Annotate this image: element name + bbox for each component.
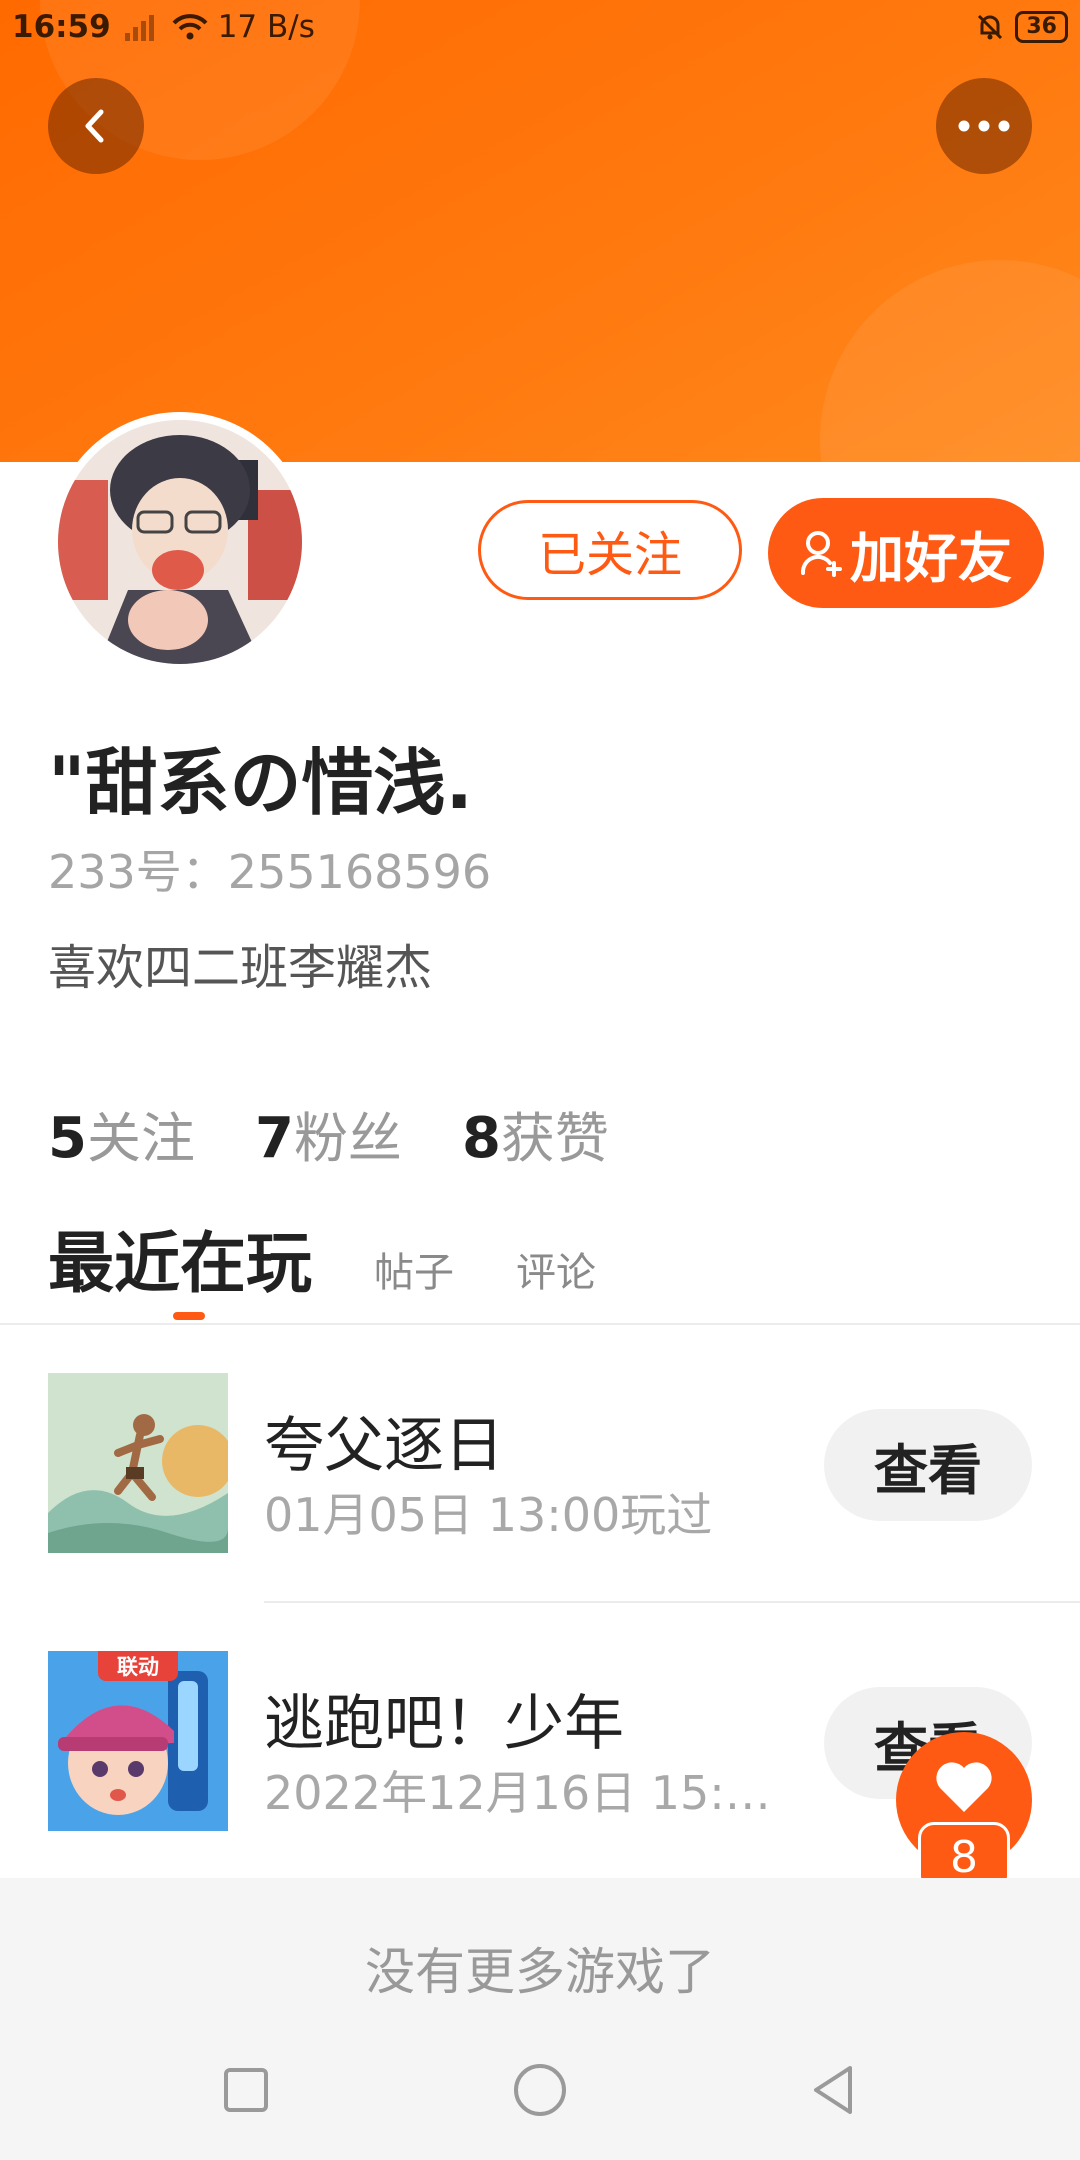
game-last-played: 2022年12月16日 15:1... bbox=[264, 1766, 784, 1820]
recent-apps-icon[interactable] bbox=[214, 2058, 278, 2122]
tab-posts[interactable]: 帖子 bbox=[374, 1240, 454, 1298]
stat-label: 获赞 bbox=[500, 1107, 609, 1170]
signal-icon bbox=[124, 13, 154, 41]
network-speed: 17 B/s bbox=[217, 9, 315, 45]
home-icon[interactable] bbox=[508, 2058, 572, 2122]
list-item[interactable]: 夸父逐日 01月05日 13:00玩过 查看 bbox=[0, 1373, 1080, 1553]
tab-recently-played[interactable]: 最近在玩 bbox=[48, 1210, 312, 1306]
game-thumbnail: 联动 bbox=[48, 1651, 228, 1831]
stat-following[interactable]: 5关注 bbox=[48, 1094, 195, 1173]
game-title: 夸父逐日 bbox=[264, 1411, 504, 1481]
game-badge: 联动 bbox=[98, 1651, 178, 1681]
view-button[interactable]: 查看 bbox=[824, 1409, 1032, 1521]
stat-likes[interactable]: 8获赞 bbox=[462, 1094, 609, 1173]
heart-icon bbox=[936, 1762, 992, 1812]
bio: 喜欢四二班李耀杰 bbox=[48, 940, 433, 996]
game-thumbnail bbox=[48, 1373, 228, 1553]
profile-header-banner: 16:59 17 B/s 36 bbox=[0, 0, 1080, 462]
wifi-icon bbox=[172, 14, 208, 40]
stat-fans[interactable]: 7粉丝 bbox=[255, 1094, 402, 1173]
stats-row: 5关注 7粉丝 8获赞 bbox=[48, 1094, 609, 1173]
avatar-image bbox=[58, 420, 302, 664]
add-friend-label: 加好友 bbox=[850, 526, 1012, 590]
game-title: 逃跑吧！少年 bbox=[264, 1689, 624, 1759]
nickname: "甜系の惜浅. bbox=[48, 741, 473, 825]
system-navigation-bar bbox=[0, 2018, 1080, 2160]
back-nav-icon[interactable] bbox=[802, 2058, 866, 2122]
tab-comments[interactable]: 评论 bbox=[516, 1240, 596, 1298]
user-id: 233号：255168596 bbox=[48, 845, 492, 899]
stat-count: 5 bbox=[48, 1106, 87, 1171]
tab-indicator bbox=[173, 1312, 205, 1320]
chevron-left-icon bbox=[85, 109, 104, 143]
avatar[interactable] bbox=[50, 412, 310, 672]
list-divider bbox=[264, 1601, 1080, 1603]
game-cover-image bbox=[48, 1373, 228, 1553]
stat-label: 关注 bbox=[86, 1107, 195, 1170]
following-button[interactable]: 已关注 bbox=[478, 500, 742, 600]
bell-muted-icon bbox=[978, 14, 1003, 40]
no-more-games-footer: 没有更多游戏了 bbox=[0, 1878, 1080, 2018]
divider bbox=[0, 1323, 1080, 1325]
stat-label: 粉丝 bbox=[293, 1107, 402, 1170]
game-last-played: 01月05日 13:00玩过 bbox=[264, 1488, 713, 1542]
stat-count: 7 bbox=[254, 1106, 294, 1171]
add-user-icon bbox=[800, 531, 842, 577]
more-options-button[interactable] bbox=[936, 78, 1032, 174]
more-dots-icon bbox=[958, 120, 1010, 132]
banner-decoration bbox=[820, 260, 1080, 462]
footer-text: 没有更多游戏了 bbox=[365, 1943, 715, 2001]
back-button[interactable] bbox=[48, 78, 144, 174]
content-tabs: 最近在玩 帖子 评论 bbox=[48, 1210, 596, 1306]
status-bar: 16:59 17 B/s 36 bbox=[0, 0, 1080, 54]
add-friend-button[interactable]: 加好友 bbox=[768, 498, 1044, 608]
status-time: 16:59 bbox=[12, 9, 111, 45]
stat-count: 8 bbox=[461, 1106, 501, 1171]
battery-indicator: 36 bbox=[1015, 11, 1068, 43]
